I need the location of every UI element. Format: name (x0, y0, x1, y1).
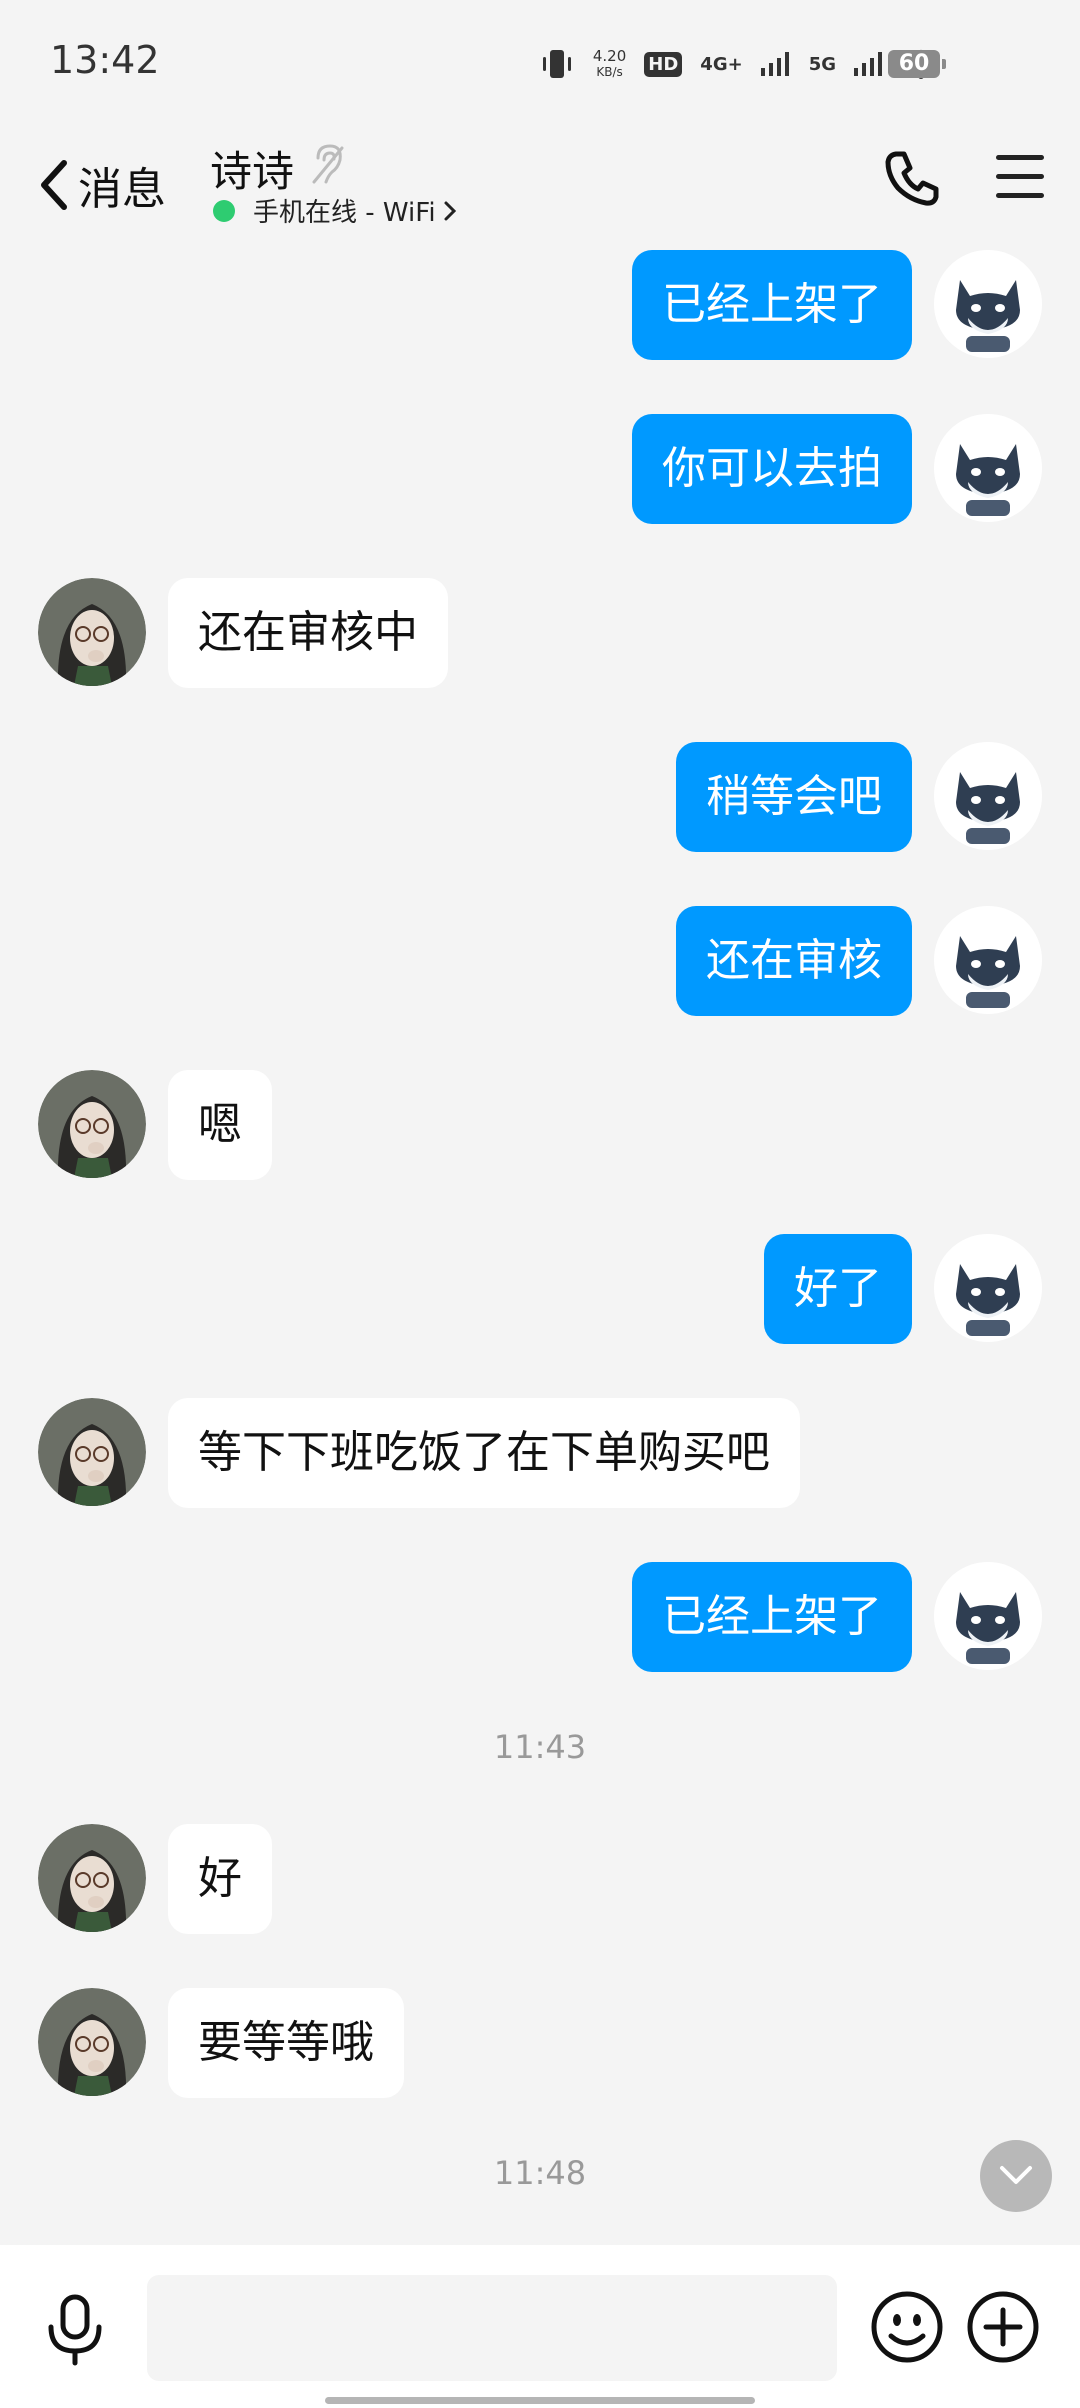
status-bar: 13:42 4.20 KB/s HD 4G+ 5G 60 (0, 0, 1080, 130)
message-bubble-outgoing[interactable]: 已经上架了 (632, 250, 912, 360)
message-row-incoming: 还在审核中 (0, 578, 1080, 688)
network-5g-label: 5G (808, 53, 836, 75)
net-speed-value: 4.20 (592, 47, 627, 65)
my-avatar[interactable] (934, 1234, 1042, 1342)
timestamp-divider: 11:48 (493, 2154, 587, 2192)
status-icons: 4.20 KB/s HD 4G+ 5G (539, 42, 940, 86)
online-status-text: 手机在线 - WiFi (253, 198, 436, 228)
message-row-outgoing: 已经上架了 (0, 250, 1080, 360)
net-speed-unit: KB/s (596, 65, 623, 79)
message-row-outgoing: 已经上架了 (0, 1562, 1080, 1672)
home-indicator[interactable] (325, 2397, 755, 2404)
back-label: 消息 (78, 164, 166, 215)
my-avatar[interactable] (934, 1562, 1042, 1670)
my-avatar[interactable] (934, 742, 1042, 850)
contact-avatar[interactable] (38, 1824, 146, 1932)
girl-avatar-icon (38, 1988, 146, 2096)
chevron-right-icon (444, 201, 456, 220)
girl-avatar-icon (38, 1824, 146, 1932)
emoji-icon[interactable] (870, 2290, 944, 2364)
message-row-outgoing: 稍等会吧 (0, 742, 1080, 852)
phone-call-icon[interactable] (882, 148, 942, 208)
message-bubble-incoming[interactable]: 好 (168, 1824, 272, 1934)
ear-icon (312, 144, 344, 184)
battery-indicator: 60 (888, 50, 946, 78)
my-avatar[interactable] (934, 250, 1042, 358)
input-bar (0, 2245, 1080, 2408)
girl-avatar-icon (38, 1398, 146, 1506)
message-bubble-incoming[interactable]: 要等等哦 (168, 1988, 404, 2098)
cat-avatar-icon (934, 906, 1042, 1014)
my-avatar[interactable] (934, 414, 1042, 522)
message-row-incoming: 等下下班吃饭了在下单购买吧 (0, 1398, 1080, 1508)
contact-avatar[interactable] (38, 1988, 146, 2096)
message-row-incoming: 好 (0, 1824, 1080, 1934)
online-status[interactable]: 手机在线 - WiFi (213, 192, 458, 229)
chat-screen: 13:42 4.20 KB/s HD 4G+ 5G 60 消息 诗诗 手机在线 … (0, 0, 1080, 2408)
microphone-icon[interactable] (42, 2293, 108, 2367)
cat-avatar-icon (934, 250, 1042, 358)
girl-avatar-icon (38, 578, 146, 686)
message-bubble-incoming[interactable]: 还在审核中 (168, 578, 448, 688)
contact-avatar[interactable] (38, 578, 146, 686)
net-speed: 4.20 KB/s (593, 48, 626, 80)
menu-line (996, 155, 1044, 160)
signal-4g-icon (760, 52, 789, 76)
cat-avatar-icon (934, 414, 1042, 522)
menu-line (996, 193, 1044, 198)
cat-avatar-icon (934, 742, 1042, 850)
message-bubble-outgoing[interactable]: 还在审核 (676, 906, 912, 1016)
message-row-outgoing: 你可以去拍 (0, 414, 1080, 524)
girl-avatar-icon (38, 1070, 146, 1178)
message-bubble-incoming[interactable]: 等下下班吃饭了在下单购买吧 (168, 1398, 800, 1508)
status-time: 13:42 (50, 38, 160, 82)
hd-badge: HD (644, 51, 683, 77)
menu-line (996, 174, 1044, 179)
chevron-down-icon (1000, 2166, 1032, 2184)
network-4g-label: 4G+ (700, 53, 743, 75)
message-row-incoming: 要等等哦 (0, 1988, 1080, 2098)
vibrate-icon (542, 50, 571, 78)
message-bubble-outgoing[interactable]: 已经上架了 (632, 1562, 912, 1672)
chevron-left-icon (41, 160, 67, 210)
message-row-outgoing: 好了 (0, 1234, 1080, 1344)
message-bubble-outgoing[interactable]: 好了 (764, 1234, 912, 1344)
message-input[interactable] (147, 2275, 837, 2381)
message-bubble-incoming[interactable]: 嗯 (168, 1070, 272, 1180)
menu-button[interactable] (996, 155, 1044, 199)
contact-avatar[interactable] (38, 1398, 146, 1506)
scroll-to-bottom-button[interactable] (980, 2140, 1052, 2212)
contact-avatar[interactable] (38, 1070, 146, 1178)
contact-name[interactable]: 诗诗 (210, 138, 294, 199)
message-row-outgoing: 还在审核 (0, 906, 1080, 1016)
back-button[interactable]: 消息 (38, 150, 166, 220)
signal-5g-icon (854, 52, 882, 76)
timestamp-divider: 11:43 (493, 1728, 587, 1766)
message-bubble-outgoing[interactable]: 稍等会吧 (676, 742, 912, 852)
message-bubble-outgoing[interactable]: 你可以去拍 (632, 414, 912, 524)
my-avatar[interactable] (934, 906, 1042, 1014)
online-dot (213, 199, 235, 222)
message-row-incoming: 嗯 (0, 1070, 1080, 1180)
add-icon[interactable] (966, 2290, 1040, 2364)
cat-avatar-icon (934, 1234, 1042, 1342)
chat-header: 消息 诗诗 手机在线 - WiFi (0, 130, 1080, 240)
cat-avatar-icon (934, 1562, 1042, 1670)
